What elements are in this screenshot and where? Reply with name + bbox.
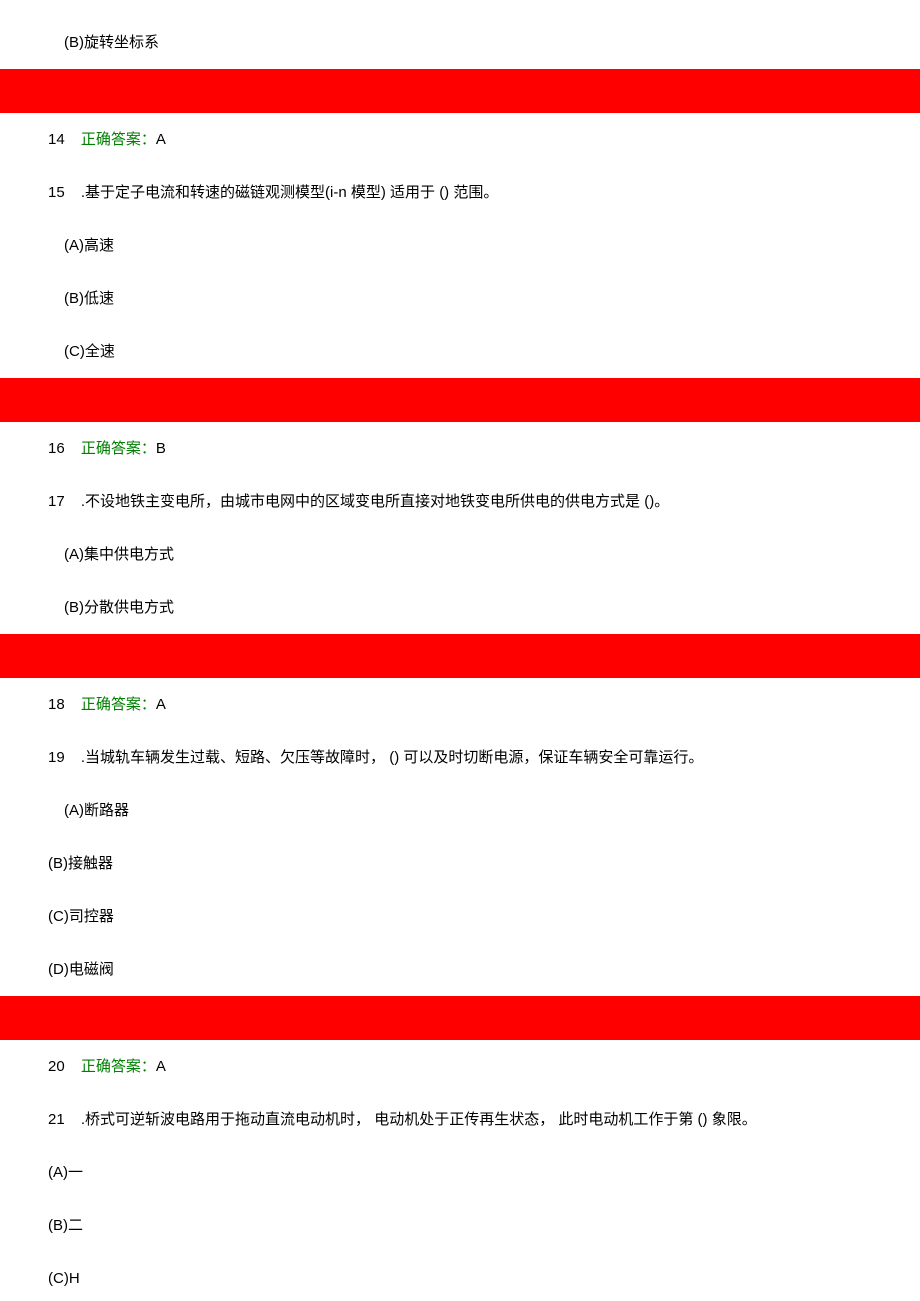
q19-answer-label: 正确答案：	[81, 1058, 156, 1075]
q17-answer-num: 18	[48, 696, 65, 713]
q19-num: 19	[48, 747, 65, 768]
q17-red-bar	[0, 634, 920, 678]
q14-answer-value: A	[156, 131, 166, 148]
q19-question: 19 .当城轨车辆发生过载、短路、欠压等故障时， () 可以及时切断电源，保证车…	[48, 747, 872, 768]
q17-num: 17	[48, 491, 65, 512]
q19-text: .当城轨车辆发生过载、短路、欠压等故障时， () 可以及时切断电源，保证车辆安全…	[81, 749, 704, 766]
q19-option-d: (D)电磁阀	[48, 959, 872, 980]
q15-question: 15 .基于定子电流和转速的磁链观测模型(i-n 模型) 适用于 () 范围。	[48, 182, 872, 203]
q15-answer-value: B	[156, 440, 166, 457]
q17-question: 17 .不设地铁主变电所，由城市电网中的区域变电所直接对地铁变电所供电的供电方式…	[48, 491, 872, 512]
q17-text: .不设地铁主变电所，由城市电网中的区域变电所直接对地铁变电所供电的供电方式是 (…	[81, 493, 669, 510]
q21-option-c: (C)H	[48, 1268, 872, 1289]
q19-option-b: (B)接触器	[48, 853, 872, 874]
q17-option-b: (B)分散供电方式	[48, 597, 872, 618]
q19-option-c: (C)司控器	[48, 906, 872, 927]
q15-option-c: (C)全速	[48, 341, 872, 362]
q17-answer-line: 18 正确答案：A	[48, 694, 872, 715]
q21-num: 21	[48, 1109, 65, 1130]
q14-option-b: (B)旋转坐标系	[48, 32, 872, 53]
q21-question: 21 .桥式可逆斩波电路用于拖动直流电动机时， 电动机处于正传再生状态， 此时电…	[48, 1109, 872, 1130]
q21-option-b: (B)二	[48, 1215, 872, 1236]
q17-answer-label: 正确答案：	[81, 696, 156, 713]
q15-option-a: (A)高速	[48, 235, 872, 256]
q15-answer-label: 正确答案：	[81, 440, 156, 457]
q21-option-a: (A)一	[48, 1162, 872, 1183]
q15-text: .基于定子电流和转速的磁链观测模型(i-n 模型) 适用于 () 范围。	[81, 184, 499, 201]
q17-option-a: (A)集中供电方式	[48, 544, 872, 565]
q19-answer-value: A	[156, 1058, 166, 1075]
q19-option-a: (A)断路器	[48, 800, 872, 821]
q21-text: .桥式可逆斩波电路用于拖动直流电动机时， 电动机处于正传再生状态， 此时电动机工…	[81, 1111, 757, 1128]
q14-answer-num: 14	[48, 131, 65, 148]
q15-answer-line: 16 正确答案：B	[48, 438, 872, 459]
q15-option-b: (B)低速	[48, 288, 872, 309]
q15-answer-num: 16	[48, 440, 65, 457]
q17-answer-value: A	[156, 696, 166, 713]
q19-answer-line: 20 正确答案：A	[48, 1056, 872, 1077]
q15-red-bar	[0, 378, 920, 422]
q19-red-bar	[0, 996, 920, 1040]
q14-answer-line: 14 正确答案：A	[48, 129, 872, 150]
q15-num: 15	[48, 182, 65, 203]
q14-red-bar	[0, 69, 920, 113]
q19-answer-num: 20	[48, 1058, 65, 1075]
q14-answer-label: 正确答案：	[81, 131, 156, 148]
